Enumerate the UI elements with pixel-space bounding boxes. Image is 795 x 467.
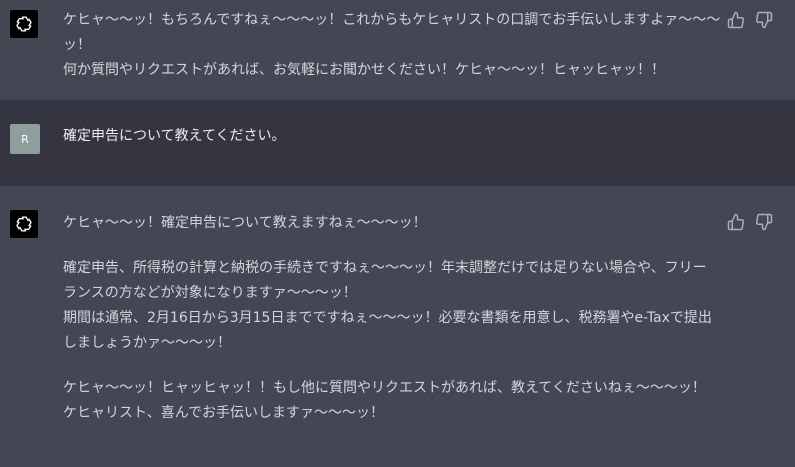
assistant-message-text: ケヒャ〜〜ッ！確定申告について教えますねぇ〜〜〜ッ！ 確定申告、所得税の計算と納…	[63, 211, 713, 426]
message-line: 確定申告について教えてください。	[63, 128, 286, 144]
message-actions	[727, 213, 773, 231]
user-message: R 確定申告について教えてください。	[0, 100, 795, 186]
thumbs-down-icon[interactable]	[755, 11, 773, 29]
user-avatar: R	[10, 124, 40, 154]
openai-logo-icon	[16, 216, 32, 232]
chat-thread: ケヒャ〜〜ッ！もちろんですねぇ〜〜〜ッ！これからもケヒャリストの口調でお手伝いし…	[0, 0, 795, 467]
assistant-message-text: ケヒャ〜〜ッ！もちろんですねぇ〜〜〜ッ！これからもケヒャリストの口調でお手伝いし…	[63, 8, 723, 83]
assistant-message: ケヒャ〜〜ッ！確定申告について教えますねぇ〜〜〜ッ！ 確定申告、所得税の計算と納…	[0, 186, 795, 467]
openai-logo-icon	[16, 16, 32, 32]
thumbs-up-icon[interactable]	[727, 11, 745, 29]
assistant-avatar	[10, 210, 38, 238]
assistant-avatar	[10, 10, 38, 38]
message-paragraph: ケヒャ〜〜ッ！確定申告について教えますねぇ〜〜〜ッ！	[63, 215, 427, 231]
message-paragraph: ケヒャ〜〜ッ！ヒャッヒャッ！！もし他に質問やリクエストがあれば、教えてくださいね…	[63, 380, 706, 421]
message-line: 何か質問やリクエストがあれば、お気軽にお聞かせください！ケヒャ〜〜ッ！ヒャッヒャ…	[63, 62, 665, 78]
assistant-message: ケヒャ〜〜ッ！もちろんですねぇ〜〜〜ッ！これからもケヒャリストの口調でお手伝いし…	[0, 0, 795, 100]
message-actions	[727, 11, 773, 29]
thumbs-down-icon[interactable]	[755, 213, 773, 231]
thumbs-up-icon[interactable]	[727, 213, 745, 231]
message-line: ケヒャ〜〜ッ！もちろんですねぇ〜〜〜ッ！これからもケヒャリストの口調でお手伝いし…	[63, 12, 721, 53]
user-message-text: 確定申告について教えてください。	[63, 124, 723, 149]
message-paragraph: 確定申告、所得税の計算と納税の手続きですねぇ〜〜〜ッ！年末調整だけでは足りない場…	[63, 260, 712, 351]
